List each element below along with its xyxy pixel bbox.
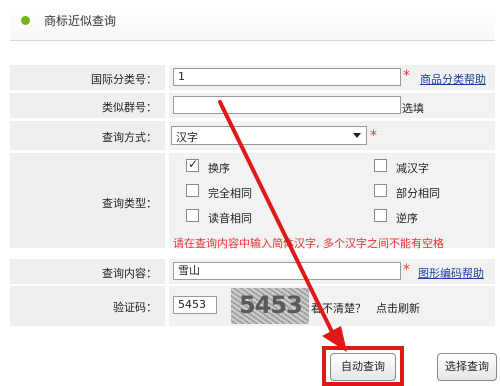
- annotation-arrow-icon: [218, 100, 347, 352]
